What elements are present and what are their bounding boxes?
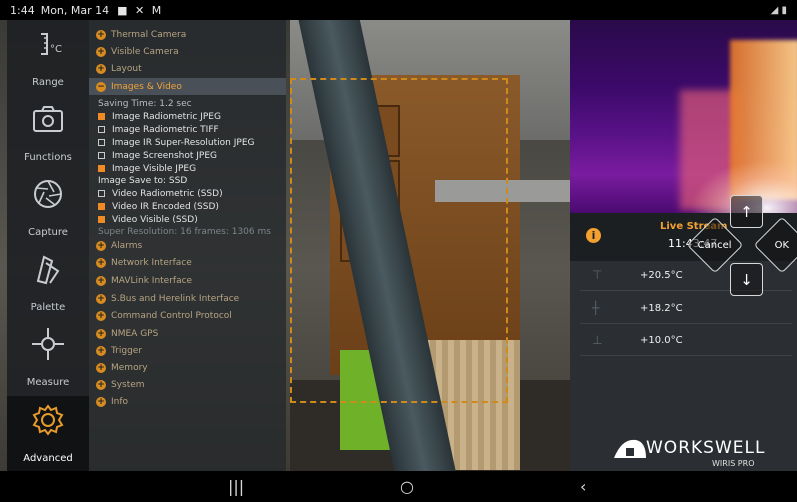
logo-product: WIRIS PRO [712, 459, 755, 468]
left-sidebar: °C Range Functions Capture Palette Measu… [7, 20, 89, 471]
recent-apps-button[interactable]: ||| [228, 477, 244, 496]
checkbox-unchecked[interactable] [98, 126, 105, 133]
sidebar-item-advanced[interactable]: Advanced [7, 396, 89, 471]
sidebar-label: Measure [26, 377, 70, 388]
sidebar-item-measure[interactable]: Measure [7, 320, 89, 395]
wifi-battery-icon: ◢ ▮ [770, 4, 787, 16]
status-date: Mon, Mar 14 [40, 3, 110, 17]
menu-section-nmea-gps[interactable]: + NMEA GPS [89, 325, 286, 342]
sidebar-item-range[interactable]: °C Range [7, 20, 89, 95]
menu-section-info[interactable]: + Info [89, 393, 286, 410]
checkbox-checked[interactable] [98, 203, 105, 210]
thermal-camera-view[interactable] [570, 20, 797, 213]
thermometer-max-icon: ⊤ [592, 268, 603, 282]
temperature-row-center: ┼ +18.2°C [580, 294, 792, 324]
expand-icon: + [96, 46, 106, 57]
thermometer-center-icon: ┼ [592, 301, 600, 315]
arrow-up-button[interactable]: ↑ [730, 195, 763, 228]
menu-section-sbus[interactable]: + S.Bus and Herelink Interface [89, 290, 286, 307]
temperature-row-min: ⊥ +10.0°C [580, 326, 792, 356]
sidebar-label: Advanced [23, 453, 73, 464]
sidebar-item-functions[interactable]: Functions [7, 95, 89, 170]
info-icon[interactable]: i [586, 228, 601, 243]
expand-icon: + [96, 310, 106, 321]
menu-section-thermal-camera[interactable]: + Thermal Camera [89, 26, 286, 43]
checkbox-checked[interactable] [98, 165, 105, 172]
thermal-frame-overlay [290, 78, 508, 403]
palette-icon [36, 255, 60, 285]
thermometer-icon: °C [41, 33, 62, 55]
sidebar-label: Range [32, 77, 64, 88]
checkbox-unchecked[interactable] [98, 190, 105, 197]
status-time: 1:44 [10, 3, 35, 17]
menu-section-alarms[interactable]: + Alarms [89, 237, 286, 254]
expand-icon: + [96, 63, 106, 74]
arrow-down-button[interactable]: ↓ [730, 263, 763, 296]
camera-icon [33, 106, 63, 132]
expand-icon: + [96, 362, 106, 373]
cancel-label: Cancel [698, 239, 732, 251]
thermometer-min-icon: ⊥ [592, 333, 603, 347]
sidebar-item-palette[interactable]: Palette [7, 245, 89, 320]
crosshair-icon [32, 328, 64, 360]
menu-section-mavlink[interactable]: + MAVLink Interface [89, 272, 286, 289]
back-button[interactable]: ‹ [580, 477, 586, 496]
temperature-center: +18.2°C [640, 303, 683, 314]
status-bar: 1:44 Mon, Mar 14 ■ ✕ M ◢ ▮ [0, 0, 797, 20]
collapse-icon: − [96, 81, 106, 92]
menu-section-network[interactable]: + Network Interface [89, 254, 286, 271]
gear-icon [32, 404, 64, 436]
menu-section-trigger[interactable]: + Trigger [89, 342, 286, 359]
temperature-min: +10.0°C [640, 335, 683, 346]
expand-icon: + [96, 328, 106, 339]
notification-icons: ■ ✕ M [117, 3, 164, 17]
checkbox-unchecked[interactable] [98, 152, 105, 159]
expand-icon: + [96, 257, 106, 268]
expand-icon: + [96, 275, 106, 286]
checkbox-checked[interactable] [98, 113, 105, 120]
sidebar-label: Functions [24, 152, 72, 163]
workswell-logo: WORKSWELL WIRIS PRO [612, 432, 772, 472]
settings-menu: + Thermal Camera + Visible Camera + Layout … [89, 20, 286, 471]
logo-name: WORKSWELL [646, 438, 766, 458]
expand-icon: + [96, 240, 106, 251]
menu-section-command-control[interactable]: + Command Control Protocol [89, 307, 286, 324]
menu-section-images-video[interactable]: − Images & Video [89, 78, 286, 95]
menu-section-memory[interactable]: + Memory [89, 359, 286, 376]
svg-text:°C: °C [50, 44, 62, 55]
sidebar-label: Palette [30, 302, 66, 313]
menu-section-layout[interactable]: + Layout [89, 60, 286, 77]
sidebar-label: Capture [28, 227, 68, 238]
expand-icon: + [96, 29, 106, 40]
aperture-icon [34, 180, 62, 208]
ok-label: OK [774, 239, 790, 251]
system-nav-bar: ||| ○ ‹ [0, 471, 797, 502]
checkbox-unchecked[interactable] [98, 139, 105, 146]
checkbox-checked[interactable] [98, 216, 105, 223]
menu-section-system[interactable]: + System [89, 376, 286, 393]
sidebar-item-capture[interactable]: Capture [7, 170, 89, 245]
app-screen: 1:44 Mon, Mar 14 ■ ✕ M ◢ ▮ °C Range Func… [0, 0, 797, 502]
menu-section-visible-camera[interactable]: + Visible Camera [89, 43, 286, 60]
temperature-max: +20.5°C [640, 270, 683, 281]
expand-icon: + [96, 379, 106, 390]
expand-icon: + [96, 396, 106, 407]
expand-icon: + [96, 345, 106, 356]
expand-icon: + [96, 293, 106, 304]
home-button[interactable]: ○ [400, 477, 414, 496]
logo-mark-icon [614, 439, 646, 458]
